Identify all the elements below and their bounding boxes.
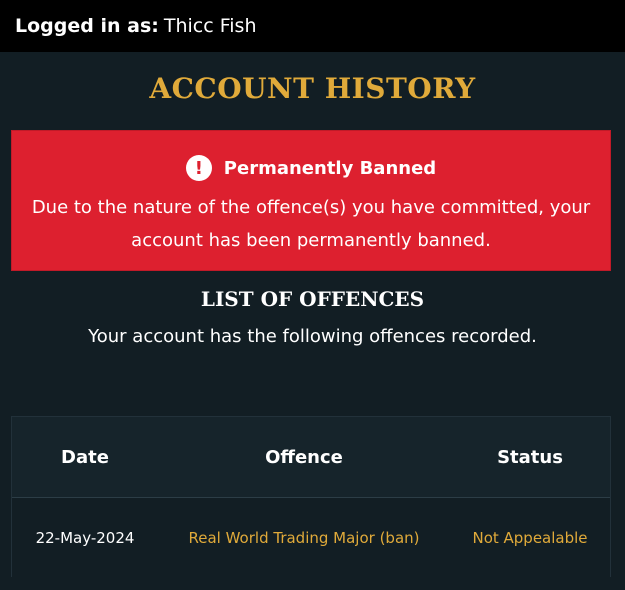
column-header-date: Date xyxy=(61,446,109,468)
username: Thicc Fish xyxy=(163,15,257,37)
exclamation-circle-icon: ! xyxy=(185,155,212,181)
offences-table: Date Offence Status 22-May-2024 Real Wor… xyxy=(11,416,611,577)
column-header-offence: Offence xyxy=(265,446,343,468)
offence-status: Not Appealable xyxy=(472,528,588,547)
top-bar: Logged in as: Thicc Fish xyxy=(0,0,625,52)
offences-subtitle: Your account has the following offences … xyxy=(88,326,537,347)
table-row: 22-May-2024 Real World Trading Major (ba… xyxy=(12,498,610,577)
offences-title: LIST OF OFFENCES xyxy=(200,287,425,311)
column-header-status: Status xyxy=(497,446,563,468)
table-header: Date Offence Status xyxy=(12,417,610,498)
login-label: Logged in as: xyxy=(15,15,159,37)
page-title: ACCOUNT HISTORY xyxy=(149,72,476,105)
offence-name: Real World Trading Major (ban) xyxy=(188,528,420,547)
offence-date: 22-May-2024 xyxy=(35,528,135,547)
ban-heading: Permanently Banned xyxy=(223,157,437,179)
ban-heading-row: ! Permanently Banned xyxy=(12,155,610,181)
ban-message: Due to the nature of the offence(s) you … xyxy=(31,197,591,251)
login-status: Logged in as: Thicc Fish xyxy=(0,0,625,52)
ban-notice: ! Permanently Banned Due to the nature o… xyxy=(11,130,611,271)
